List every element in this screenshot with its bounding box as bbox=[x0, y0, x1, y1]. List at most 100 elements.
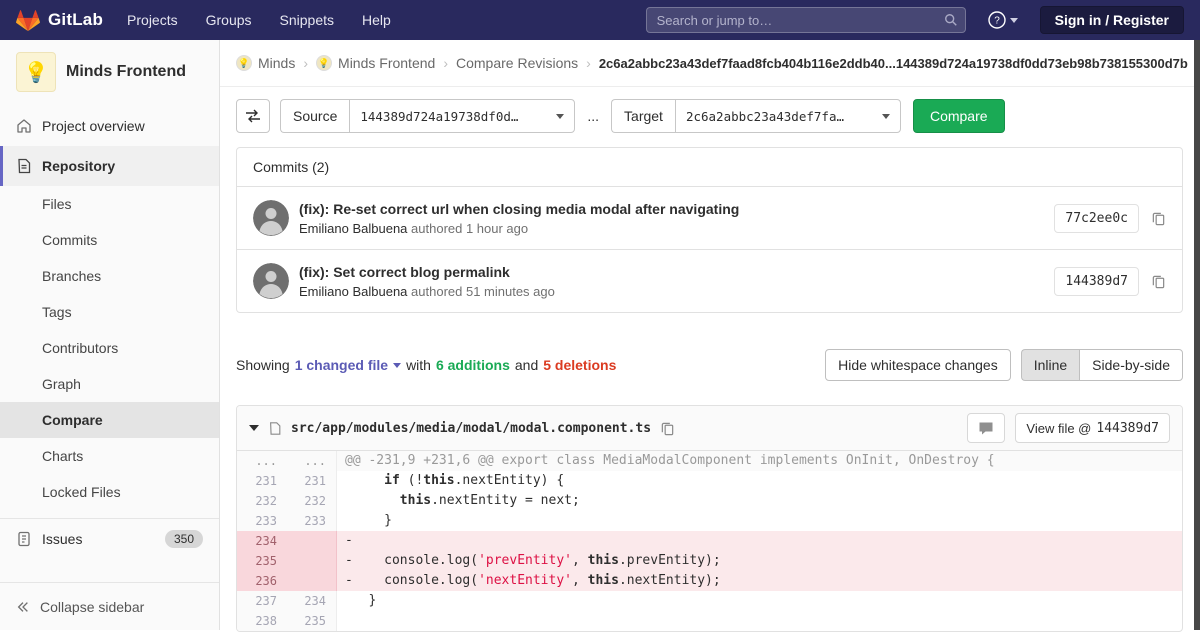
issues-icon bbox=[16, 531, 32, 547]
chevron-down-icon bbox=[393, 363, 401, 368]
collapse-file-icon[interactable] bbox=[249, 425, 259, 431]
gitlab-logo[interactable]: GitLab bbox=[16, 9, 103, 32]
chevron-down-icon bbox=[882, 114, 890, 119]
commit-author-link[interactable]: Emiliano Balbuena bbox=[299, 221, 407, 236]
hide-whitespace-button[interactable]: Hide whitespace changes bbox=[825, 349, 1011, 381]
double-chevron-left-icon bbox=[16, 600, 30, 614]
sidebar-item-issues[interactable]: Issues 350 bbox=[0, 518, 219, 558]
sidebar-item-contributors[interactable]: Contributors bbox=[0, 330, 219, 366]
main-content: 💡 Minds › 💡 Minds Frontend › Compare Rev… bbox=[220, 40, 1200, 632]
search-icon[interactable] bbox=[944, 13, 958, 30]
compare-button[interactable]: Compare bbox=[913, 99, 1005, 133]
sidebar-item-branches[interactable]: Branches bbox=[0, 258, 219, 294]
collapse-sidebar-button[interactable]: Collapse sidebar bbox=[0, 582, 219, 630]
sidebar-item-graph[interactable]: Graph bbox=[0, 366, 219, 402]
changed-files-dropdown[interactable]: 1 changed file bbox=[295, 357, 401, 373]
side-by-side-view-button[interactable]: Side-by-side bbox=[1079, 349, 1183, 381]
sidebar-item-files[interactable]: Files bbox=[0, 186, 219, 222]
help-menu[interactable]: ? bbox=[988, 11, 1018, 29]
breadcrumb-separator: › bbox=[586, 55, 591, 71]
tanuki-icon bbox=[16, 9, 40, 32]
project-avatar-small: 💡 bbox=[316, 55, 332, 71]
old-line-number[interactable]: 235 bbox=[237, 551, 287, 571]
new-line-number[interactable]: 231 bbox=[287, 471, 337, 491]
diff-file-header: src/app/modules/media/modal/modal.compon… bbox=[237, 406, 1182, 451]
target-label: Target bbox=[611, 99, 675, 133]
old-line-number[interactable]: 237 bbox=[237, 591, 287, 611]
new-line-number[interactable] bbox=[287, 571, 337, 591]
sidebar-item-commits[interactable]: Commits bbox=[0, 222, 219, 258]
source-label: Source bbox=[280, 99, 349, 133]
code-line: - console.log('nextEntity', this.nextEnt… bbox=[337, 571, 1182, 591]
project-name: Minds Frontend bbox=[66, 63, 186, 81]
sidebar-item-locked-files[interactable]: Locked Files bbox=[0, 474, 219, 510]
commit-authored-time: authored 1 hour ago bbox=[411, 221, 528, 236]
commit-author-link[interactable]: Emiliano Balbuena bbox=[299, 284, 407, 299]
code-line: } bbox=[337, 511, 1182, 531]
commit-title-link[interactable]: (fix): Set correct blog permalink bbox=[299, 264, 1054, 280]
old-line-number[interactable]: 238 bbox=[237, 611, 287, 631]
new-line-number[interactable]: 234 bbox=[287, 591, 337, 611]
sidebar-item-charts[interactable]: Charts bbox=[0, 438, 219, 474]
diff-marker bbox=[345, 513, 353, 528]
nav-help[interactable]: Help bbox=[362, 12, 391, 28]
nav-snippets[interactable]: Snippets bbox=[280, 12, 334, 28]
new-line-number[interactable] bbox=[287, 531, 337, 551]
additions-count: 6 additions bbox=[436, 357, 510, 373]
sidebar-item-project-overview[interactable]: Project overview bbox=[0, 106, 219, 146]
new-line-number[interactable]: 232 bbox=[287, 491, 337, 511]
nav-projects[interactable]: Projects bbox=[127, 12, 178, 28]
sidebar-item-label: Issues bbox=[42, 531, 82, 547]
sidebar-item-repository[interactable]: Repository bbox=[0, 146, 219, 186]
old-line-number[interactable]: 232 bbox=[237, 491, 287, 511]
copy-icon[interactable] bbox=[1151, 274, 1166, 289]
new-line-number[interactable]: ... bbox=[287, 451, 337, 471]
copy-icon[interactable] bbox=[660, 421, 675, 436]
diff-file-panel: src/app/modules/media/modal/modal.compon… bbox=[236, 405, 1183, 632]
view-file-button[interactable]: View file @ 144389d7 bbox=[1015, 413, 1170, 443]
diff-marker bbox=[345, 473, 353, 488]
commit-sha[interactable]: 77c2ee0c bbox=[1054, 204, 1139, 233]
avatar[interactable] bbox=[253, 263, 289, 299]
toggle-comments-button[interactable] bbox=[967, 413, 1005, 443]
breadcrumb-link-minds[interactable]: Minds bbox=[258, 55, 295, 71]
diff-marker: - bbox=[345, 533, 353, 548]
swap-revisions-button[interactable] bbox=[236, 99, 270, 133]
breadcrumb-link-project[interactable]: Minds Frontend bbox=[338, 55, 435, 71]
sidebar-item-tags[interactable]: Tags bbox=[0, 294, 219, 330]
old-line-number[interactable]: 236 bbox=[237, 571, 287, 591]
old-line-number[interactable]: 234 bbox=[237, 531, 287, 551]
code-line: this.nextEntity = next; bbox=[337, 491, 1182, 511]
avatar[interactable] bbox=[253, 200, 289, 236]
source-ref-dropdown[interactable]: 144389d724a19738df0d… bbox=[349, 99, 575, 133]
commit-title-link[interactable]: (fix): Re-set correct url when closing m… bbox=[299, 201, 1054, 217]
new-line-number[interactable]: 235 bbox=[287, 611, 337, 631]
code-line: } bbox=[337, 591, 1182, 611]
home-icon bbox=[16, 118, 32, 134]
scrollbar[interactable] bbox=[1194, 40, 1200, 630]
target-ref-dropdown[interactable]: 2c6a2abbc23a43def7fa… bbox=[675, 99, 901, 133]
commits-panel: Commits (2) (fix): Re-set correct url wh… bbox=[236, 147, 1183, 313]
old-line-number[interactable]: 233 bbox=[237, 511, 287, 531]
code-line: if (!this.nextEntity) { bbox=[337, 471, 1182, 491]
group-avatar: 💡 bbox=[236, 55, 252, 71]
diff-marker bbox=[345, 593, 353, 608]
sign-in-button[interactable]: Sign in / Register bbox=[1040, 6, 1184, 34]
deletions-count: 5 deletions bbox=[543, 357, 616, 373]
repository-subnav: Files Commits Branches Tags Contributors… bbox=[0, 186, 219, 510]
file-path-link[interactable]: src/app/modules/media/modal/modal.compon… bbox=[291, 421, 651, 436]
breadcrumb-link-compare-revisions[interactable]: Compare Revisions bbox=[456, 55, 578, 71]
old-line-number[interactable]: 231 bbox=[237, 471, 287, 491]
new-line-number[interactable] bbox=[287, 551, 337, 571]
inline-view-button[interactable]: Inline bbox=[1021, 349, 1079, 381]
issues-count-badge: 350 bbox=[165, 530, 203, 548]
nav-groups[interactable]: Groups bbox=[206, 12, 252, 28]
sidebar-project-header[interactable]: 💡 Minds Frontend bbox=[0, 40, 219, 106]
commit-sha[interactable]: 144389d7 bbox=[1054, 267, 1139, 296]
new-line-number[interactable]: 233 bbox=[287, 511, 337, 531]
old-line-number[interactable]: ... bbox=[237, 451, 287, 471]
sidebar-item-compare[interactable]: Compare bbox=[0, 402, 219, 438]
search-input[interactable] bbox=[646, 7, 966, 33]
copy-icon[interactable] bbox=[1151, 211, 1166, 226]
collapse-sidebar-label: Collapse sidebar bbox=[40, 599, 144, 615]
